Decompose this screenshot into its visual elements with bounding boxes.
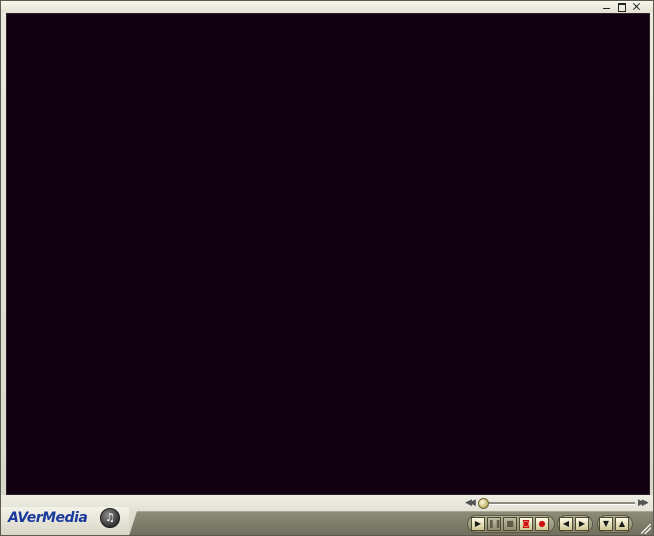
seek-track[interactable]	[481, 502, 635, 505]
avermedia-logo: AVerMedia	[8, 510, 88, 526]
maximize-icon[interactable]	[616, 2, 627, 12]
stop-icon[interactable]: ■	[503, 517, 517, 531]
volume-up-icon[interactable]: ▲	[615, 517, 629, 531]
audio-icon[interactable]: ♫	[100, 508, 120, 528]
pause-icon[interactable]: ❚❚	[487, 517, 501, 531]
player-window: ◀◀ ▶▶ AVerMedia ♫ ▶ ❚❚ ■ ◙ ● ◀ ▶ ▼ ▲	[0, 0, 654, 536]
fast-forward-icon[interactable]: ▶▶	[638, 499, 649, 508]
snapshot-icon[interactable]: ◙	[519, 517, 533, 531]
control-bar: ▶ ❚❚ ■ ◙ ● ◀ ▶ ▼ ▲	[129, 511, 653, 535]
record-icon[interactable]: ●	[535, 517, 549, 531]
video-display[interactable]	[6, 13, 650, 495]
play-icon[interactable]: ▶	[471, 517, 485, 531]
seek-thumb[interactable]	[478, 498, 489, 509]
resize-grip[interactable]	[641, 524, 651, 534]
bottom-panel: ◀◀ ▶▶ AVerMedia ♫ ▶ ❚❚ ■ ◙ ● ◀ ▶ ▼ ▲	[1, 495, 653, 535]
logo-panel: AVerMedia ♫	[1, 507, 129, 535]
previous-channel-icon[interactable]: ◀	[559, 517, 573, 531]
next-channel-icon[interactable]: ▶	[575, 517, 589, 531]
title-bar[interactable]	[1, 1, 653, 13]
volume-down-icon[interactable]: ▼	[599, 517, 613, 531]
seek-bar[interactable]: ◀◀ ▶▶	[461, 498, 651, 510]
minimize-icon[interactable]	[601, 2, 612, 11]
rewind-icon[interactable]: ◀◀	[465, 499, 476, 508]
close-icon[interactable]	[631, 2, 642, 11]
